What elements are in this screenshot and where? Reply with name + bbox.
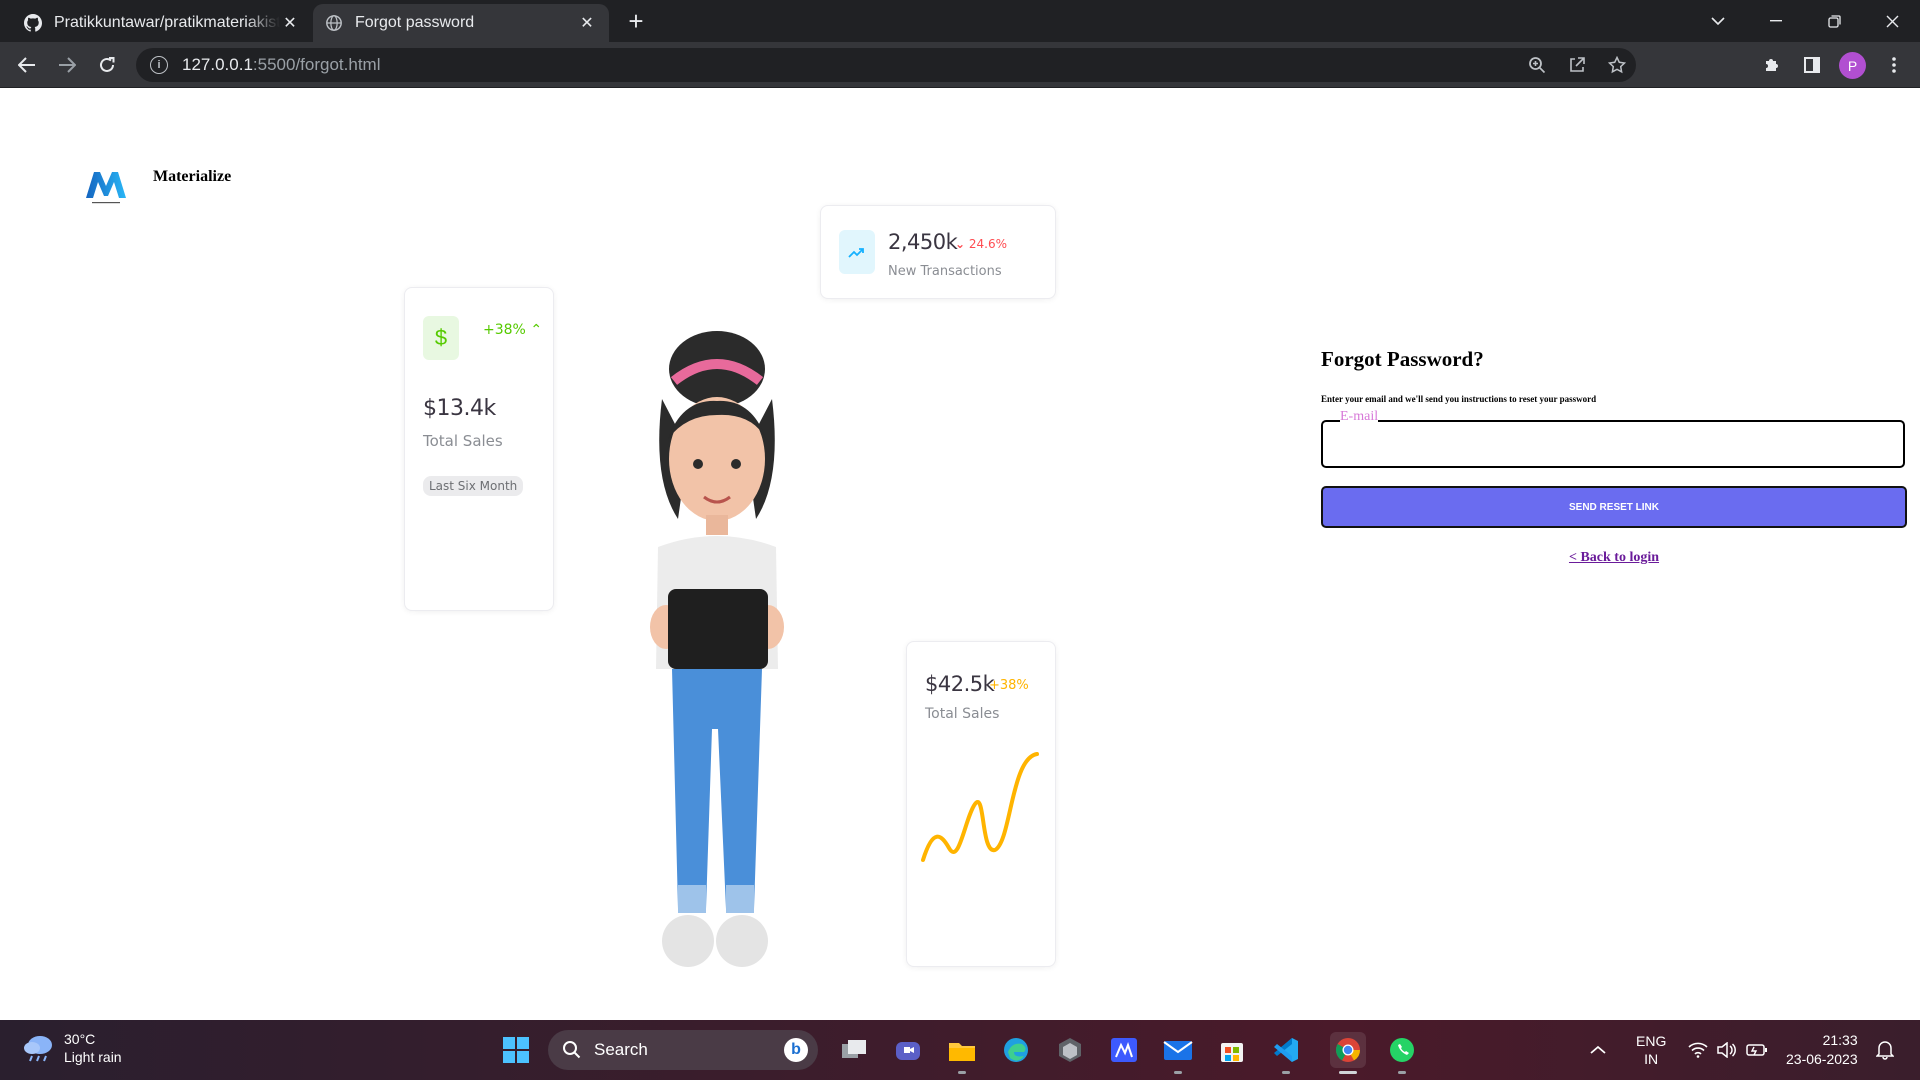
back-button[interactable] <box>11 49 43 81</box>
app-m-icon[interactable] <box>1106 1032 1142 1068</box>
taskbar-search[interactable]: Search b <box>548 1030 818 1070</box>
lang-bottom: IN <box>1644 1051 1659 1067</box>
bookmark-star-icon[interactable] <box>1600 48 1634 82</box>
materialize-logo <box>70 155 142 221</box>
reload-icon <box>100 57 115 72</box>
mail-icon[interactable] <box>1160 1032 1196 1074</box>
windows-taskbar: 30°C Light rain Search b ENG IN 21:33 23… <box>0 1020 1920 1080</box>
browser-toolbar: i 127.0.0.1:5500/forgot.html <box>0 42 1920 88</box>
zoom-icon[interactable] <box>1520 48 1554 82</box>
transactions-card: 2,450k ⌄ 24.6% New Transactions <box>820 205 1056 299</box>
chrome-icon[interactable] <box>1330 1032 1366 1074</box>
notifications-icon[interactable] <box>1876 1020 1894 1080</box>
globe-icon <box>326 15 342 31</box>
windows-icon <box>503 1037 529 1063</box>
url-path: :5500/forgot.html <box>252 55 381 74</box>
tab-title: Pratikkuntawar/pratikmateriakisti <box>54 14 280 31</box>
site-info-icon[interactable]: i <box>150 56 168 74</box>
new-tab-button[interactable]: + <box>622 8 650 36</box>
reload-button[interactable] <box>91 49 123 81</box>
chevron-down-icon: ⌄ <box>955 237 966 251</box>
start-button[interactable] <box>498 1032 534 1068</box>
rain-cloud-icon <box>24 1036 52 1062</box>
file-explorer-icon[interactable] <box>944 1032 980 1074</box>
tab-title: Forgot password <box>355 14 475 31</box>
character-illustration <box>650 331 784 967</box>
search-placeholder: Search <box>594 1040 648 1059</box>
transactions-label: New Transactions <box>888 264 1002 279</box>
arrow-left-icon <box>18 57 35 73</box>
forgot-password-form: Forgot Password? Enter your email and we… <box>1321 347 1907 566</box>
bing-icon[interactable]: b <box>784 1038 808 1062</box>
minimize-button[interactable] <box>1748 0 1804 42</box>
clock[interactable]: 21:33 23-06-2023 <box>1786 1020 1858 1080</box>
page-body: Materialize $ +38% ⌃ $13.4k Total Sales … <box>0 89 1920 1020</box>
profile-avatar[interactable]: P <box>1839 52 1866 79</box>
extensions-puzzle-icon[interactable] <box>1756 49 1788 81</box>
weather-desc: Light rain <box>64 1049 122 1065</box>
sales-sparkline <box>921 752 1039 862</box>
tab-github[interactable]: Pratikkuntawar/pratikmateriakisti ✕ <box>12 4 312 42</box>
volume-icon[interactable] <box>1716 1020 1736 1080</box>
email-input[interactable] <box>1323 422 1903 466</box>
transactions-percent: 24.6% <box>968 237 1008 251</box>
total-sales-chart-card: $42.5k +38% Total Sales <box>906 641 1056 967</box>
period-chip: Last Six Month <box>423 476 524 496</box>
tab-forgot-password[interactable]: Forgot password ✕ <box>313 4 609 42</box>
dev-tool-icon[interactable] <box>1052 1032 1088 1068</box>
logo-m-icon <box>86 172 126 204</box>
url-host: 127.0.0.1 <box>182 55 253 74</box>
teams-meet-icon[interactable] <box>890 1032 926 1068</box>
close-tab-icon[interactable]: ✕ <box>280 13 300 33</box>
vscode-icon[interactable] <box>1268 1032 1304 1074</box>
form-subtitle: Enter your email and we'll send you inst… <box>1321 394 1597 404</box>
trending-up-icon <box>839 230 875 274</box>
sales-large-value: $42.5k <box>925 672 995 696</box>
sales-large-label: Total Sales <box>925 706 1000 722</box>
share-icon[interactable] <box>1560 48 1594 82</box>
lang-top: ENG <box>1636 1033 1667 1049</box>
task-view-icon[interactable] <box>836 1032 872 1068</box>
hidden-icons-chevron-icon[interactable] <box>1590 1020 1606 1080</box>
sales-label: Total Sales <box>423 432 503 450</box>
whatsapp-icon[interactable] <box>1384 1032 1420 1074</box>
restore-button[interactable] <box>1806 0 1862 42</box>
weather-widget[interactable]: 30°C Light rain <box>22 1030 122 1066</box>
sales-value: $13.4k <box>423 396 496 421</box>
forward-button[interactable] <box>51 49 83 81</box>
brand-name: Materialize <box>153 168 232 185</box>
sales-percent: +38% <box>483 322 526 338</box>
search-icon <box>563 1041 581 1059</box>
battery-icon[interactable] <box>1746 1020 1768 1080</box>
arrow-right-icon <box>59 57 76 73</box>
back-to-login-link[interactable]: < Back to login <box>1321 550 1907 566</box>
browser-tab-strip: Pratikkuntawar/pratikmateriakisti ✕ Forg… <box>0 0 1920 42</box>
side-panel-icon[interactable] <box>1796 49 1828 81</box>
address-bar[interactable]: i 127.0.0.1:5500/forgot.html <box>136 48 1636 82</box>
sales-large-percent: +38% <box>989 678 1029 693</box>
menu-kebab-icon[interactable] <box>1878 49 1910 81</box>
transactions-value: 2,450k <box>888 230 958 254</box>
close-tab-icon[interactable]: ✕ <box>577 13 597 33</box>
email-field-wrapper: E-mail <box>1321 410 1905 468</box>
tab-search-chevron-icon[interactable] <box>1690 0 1746 42</box>
send-reset-link-button[interactable]: SEND RESET LINK <box>1321 486 1907 528</box>
total-sales-card: $ +38% ⌃ $13.4k Total Sales Last Six Mon… <box>404 287 554 611</box>
page-title: Forgot Password? <box>1321 347 1484 371</box>
clock-time: 21:33 <box>1822 1032 1858 1048</box>
email-label: E-mail <box>1340 409 1379 424</box>
dollar-icon: $ <box>423 316 459 360</box>
close-window-button[interactable] <box>1864 0 1920 42</box>
store-icon[interactable] <box>1214 1032 1250 1068</box>
language-indicator[interactable]: ENG IN <box>1636 1020 1666 1080</box>
edge-icon[interactable] <box>998 1032 1034 1068</box>
github-icon <box>24 14 42 32</box>
chevron-up-icon: ⌃ <box>530 322 543 338</box>
wifi-icon[interactable] <box>1688 1020 1708 1080</box>
weather-temp: 30°C <box>64 1031 96 1047</box>
clock-date: 23-06-2023 <box>1786 1051 1858 1067</box>
